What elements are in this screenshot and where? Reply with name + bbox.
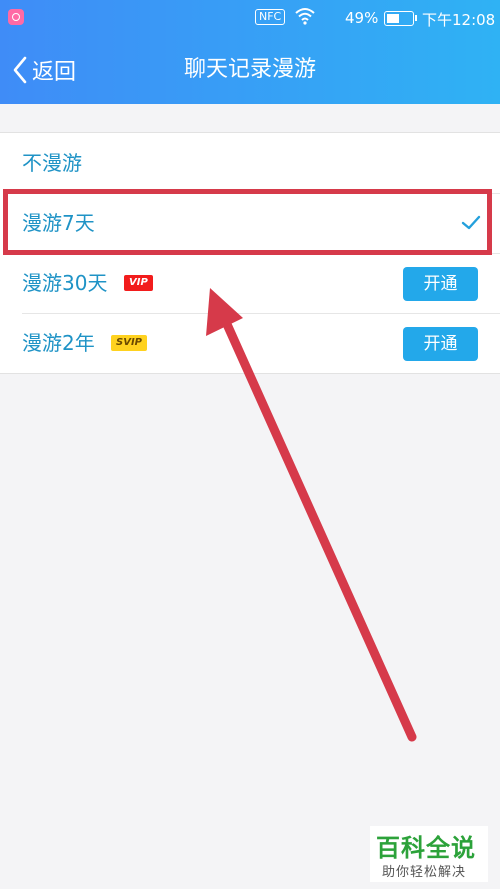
option-roaming-30-days[interactable]: 漫游30天 VIP 开通 <box>0 253 500 313</box>
nfc-indicator: NFC <box>255 9 286 25</box>
status-bar: NFC 49% 下午12:08 <box>0 0 500 36</box>
clock: 下午12:08 <box>422 11 496 29</box>
option-label: 漫游30天 <box>22 271 108 295</box>
battery-icon <box>384 11 417 26</box>
svip-badge: SVIP <box>111 335 147 351</box>
wifi-icon <box>295 7 315 29</box>
option-roaming-2-years[interactable]: 漫游2年 SVIP 开通 <box>0 313 500 373</box>
vip-badge: VIP <box>124 275 153 291</box>
app-notification-icon <box>8 9 24 25</box>
watermark-logo: 百科全说 助你轻松解决 <box>370 826 488 882</box>
header-bar: NFC 49% 下午12:08 返回 聊天记录漫游 <box>0 0 500 104</box>
annotation-highlight-box <box>3 189 492 255</box>
activate-button[interactable]: 开通 <box>403 267 478 301</box>
watermark-subtitle: 助你轻松解决 <box>382 865 467 880</box>
option-no-roaming[interactable]: 不漫游 <box>0 133 500 193</box>
watermark-title: 百科全说 <box>376 834 476 862</box>
option-label: 漫游2年 <box>22 331 95 355</box>
activate-button[interactable]: 开通 <box>403 327 478 361</box>
page-title: 聊天记录漫游 <box>183 57 316 82</box>
battery-percent: 49% <box>345 9 379 27</box>
option-label: 不漫游 <box>22 151 82 175</box>
